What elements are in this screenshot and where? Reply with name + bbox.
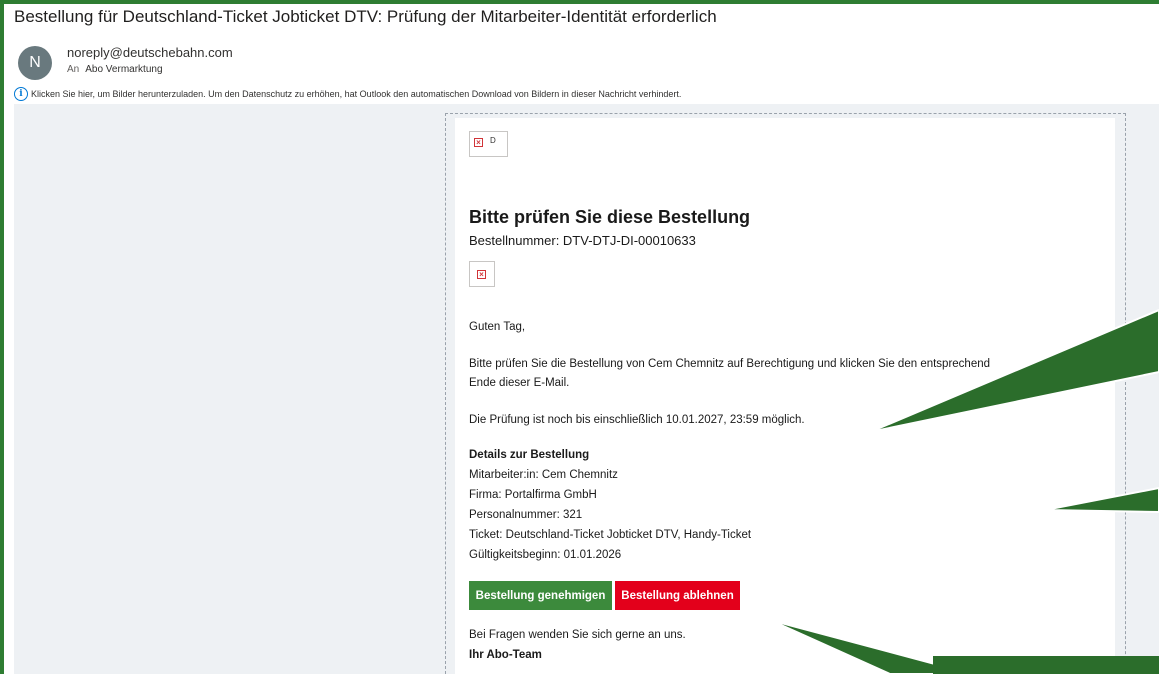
image-placeholder[interactable]: × [469,261,495,287]
order-number: Bestellnummer: DTV-DTJ-DI-00010633 [469,233,696,248]
avatar-initial: N [29,54,41,71]
questions-text: Bei Fragen wenden Sie sich gerne an uns. [469,629,686,641]
detail-employee: Mitarbeiter:in: Cem Chemnitz [469,469,618,481]
detail-company: Firma: Portalfirma GmbH [469,489,597,501]
broken-image-icon: × [477,270,486,279]
signature: Ihr Abo-Team [469,649,542,661]
instruction-line-1: Bitte prüfen Sie die Bestellung von Cem … [469,358,991,370]
instruction-line-2: Ende dieser E-Mail. [469,377,570,389]
greeting: Guten Tag, [469,321,526,333]
deadline-text: Die Prüfung ist noch bis einschließlich … [469,414,805,426]
recipient-name[interactable]: Abo Vermarktung [85,64,162,75]
message-heading: Bitte prüfen Sie diese Bestellung [469,207,751,227]
reject-order-button[interactable]: Bestellung ablehnen [615,581,740,610]
detail-ticket: Ticket: Deutschland-Ticket Jobticket DTV… [469,529,752,541]
detail-personnel-number: Personalnummer: 321 [469,509,583,521]
approve-order-button[interactable]: Bestellung genehmigen [469,581,612,610]
details-title: Details zur Bestellung [469,449,590,461]
download-images-infobar[interactable]: i Klicken Sie hier, um Bilder herunterzu… [14,87,681,101]
recipient-line: An Abo Vermarktung [67,64,163,75]
sender-avatar[interactable]: N [18,46,52,80]
info-icon: i [14,87,28,101]
broken-image-icon: × [474,138,483,147]
logo-image-placeholder[interactable]: × D [469,131,508,157]
annotation-box [933,656,1159,674]
email-subject: Bestellung für Deutschland-Ticket Jobtic… [14,7,717,26]
detail-valid-from: Gültigkeitsbeginn: 01.01.2026 [469,549,622,561]
infobar-text: Klicken Sie hier, um Bilder herunterzula… [31,89,682,99]
to-prefix: An [67,64,80,75]
logo-alt-text: D [490,136,496,145]
sender-address[interactable]: noreply@deutschebahn.com [67,45,233,60]
